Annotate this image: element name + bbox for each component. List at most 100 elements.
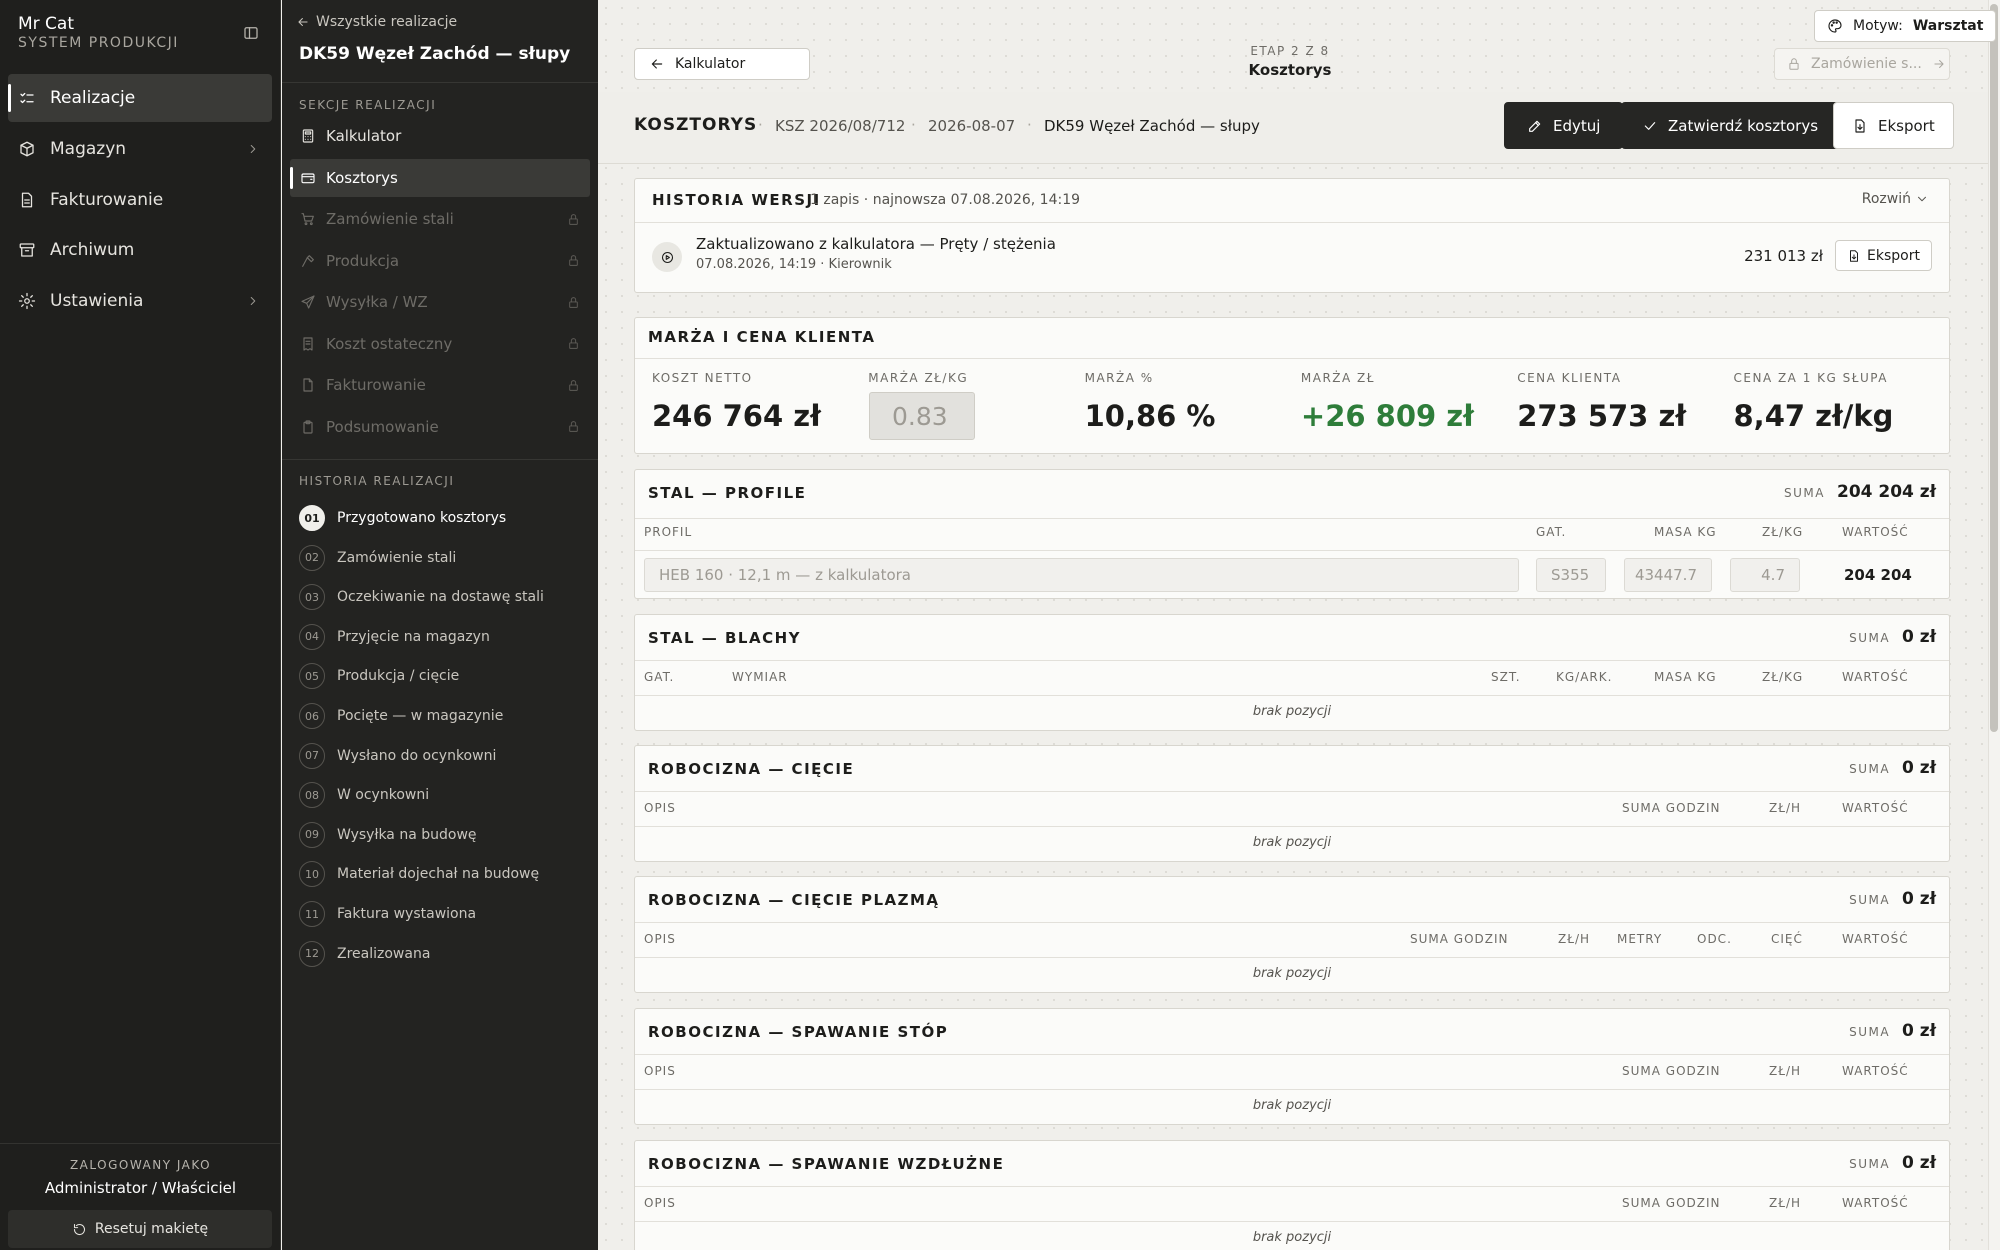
theme-button[interactable]: Motyw: Warsztat: [1814, 10, 1997, 42]
history-step-number: 06: [299, 703, 325, 729]
column-header: MASA KG: [1654, 670, 1717, 684]
history-step: 01 Przygotowano kosztorys: [299, 505, 506, 531]
main-sidebar: Mr Cat SYSTEM PRODUKCJI Realizacje Magaz…: [0, 0, 281, 1250]
nav-item-realizacje[interactable]: Realizacje: [8, 74, 272, 122]
reset-label: Resetuj makietę: [94, 1221, 209, 1237]
nav-item-ustawienia[interactable]: Ustawienia: [8, 277, 272, 325]
sum-caption: SUMA: [1784, 486, 1825, 500]
next-step-button[interactable]: Zamówienie s...: [1774, 48, 1950, 80]
divider: [635, 791, 1949, 792]
pencil-icon: [1527, 118, 1543, 134]
nav-item-archiwum[interactable]: Archiwum: [8, 226, 272, 274]
version-history-meta: 1 zapis · najnowsza 07.08.2026, 14:19: [810, 192, 1081, 208]
column-header: ZŁ/KG: [1762, 670, 1804, 684]
sum-caption: SUMA: [1849, 893, 1891, 907]
column-header: WARTOŚĆ: [1842, 525, 1909, 539]
version-export-button[interactable]: Eksport: [1835, 240, 1932, 271]
section-item[interactable]: Kosztorys: [290, 158, 590, 197]
section-item-label: Kosztorys: [326, 168, 398, 187]
margin-title: MARŻA I CENA KLIENTA: [648, 328, 876, 346]
expand-label: Rozwiń: [1861, 191, 1911, 207]
divider: [635, 922, 1949, 923]
history-step: 06 Pocięte — w magazynie: [299, 703, 503, 729]
project-panel: Wszystkie realizacje DK59 Węzeł Zachód —…: [282, 0, 598, 1250]
divider: [635, 660, 1949, 661]
lock-icon: [567, 420, 580, 433]
export-button[interactable]: Eksport: [1833, 102, 1954, 149]
history-step: 07 Wysłano do ocynkowni: [299, 742, 497, 769]
metric-label: CENA ZA 1 KG SŁUPA: [1733, 371, 1888, 385]
steel-profiles-card: STAL — PROFILE SUMA 204 204 zł PROFIL GA…: [634, 469, 1950, 599]
history-step-number: 08: [299, 782, 325, 809]
section-item[interactable]: Kalkulator: [290, 117, 590, 155]
column-header: OPIS: [644, 932, 676, 946]
step-caption: ETAP 2 Z 8: [1250, 44, 1330, 58]
project-title: DK59 Węzeł Zachód — słupy: [299, 44, 571, 64]
scrollbar-thumb[interactable]: [1990, 4, 1998, 732]
metric-label: CENA KLIENTA: [1517, 371, 1622, 385]
price-per-kg-input[interactable]: 4.7: [1730, 558, 1800, 592]
sum-caption: SUMA: [1849, 762, 1891, 776]
profile-input[interactable]: HEB 160 · 12,1 m — z kalkulatora: [644, 558, 1519, 592]
metric-label: MARŻA ZŁ/KG: [868, 371, 969, 385]
mass-input[interactable]: 43447.7: [1624, 558, 1712, 592]
section-item-label: Kalkulator: [326, 127, 402, 145]
lock-icon: [567, 337, 580, 350]
metric-value: 246 764 zł: [652, 399, 821, 433]
document-title: KOSZTORYS: [634, 115, 758, 135]
theme-label: Motyw:: [1853, 18, 1903, 34]
back-to-calculator-button[interactable]: Kalkulator: [634, 48, 810, 80]
file-export-icon: [1852, 118, 1868, 134]
margin-per-kg-input[interactable]: 0.83: [869, 392, 975, 440]
sum-value: 0 zł: [1902, 1153, 1936, 1173]
metric-label: KOSZT NETTO: [652, 371, 753, 385]
arrow-left-icon: [649, 56, 665, 72]
sum-value: 0 zł: [1902, 627, 1936, 647]
column-header: ZŁ/H: [1558, 932, 1591, 946]
theme-value: Warsztat: [1912, 18, 1984, 34]
empty-state: brak pozycji: [1252, 704, 1332, 719]
file-export-icon: [1847, 249, 1861, 263]
section-item: Produkcja: [290, 242, 590, 280]
nav-item-label: Archiwum: [50, 240, 135, 260]
expand-button[interactable]: Rozwiń: [1862, 191, 1929, 207]
history-step-number: 02: [299, 544, 325, 571]
send-icon: [300, 294, 316, 310]
nav-item-fakturowanie[interactable]: Fakturowanie: [8, 176, 272, 224]
history-step: 11 Faktura wystawiona: [299, 901, 476, 927]
sidebar-toggle-icon[interactable]: [242, 24, 260, 42]
section-title: ROBOCIZNA — CIĘCIE PLAZMĄ: [648, 891, 940, 909]
all-projects-link[interactable]: Wszystkie realizacje: [296, 14, 457, 30]
metric-value: 273 573 zł: [1517, 399, 1687, 433]
sum-value: 204 204 zł: [1836, 482, 1936, 502]
history-step: 10 Materiał dojechał na budowę: [299, 861, 539, 888]
nav-item-magazyn[interactable]: Magazyn: [8, 125, 272, 173]
document-number: KSZ 2026/08/712: [775, 117, 906, 135]
chevron-right-icon: [246, 142, 260, 156]
history-step: 05 Produkcja / cięcie: [299, 663, 459, 690]
nav-item-label: Realizacje: [50, 88, 136, 108]
column-header: ZŁ/H: [1769, 1196, 1802, 1210]
version-entry-meta: 07.08.2026, 14:19 · Kierownik: [696, 257, 892, 272]
grade-input[interactable]: S355: [1536, 558, 1606, 592]
confirm-estimate-button[interactable]: Zatwierdź kosztorys: [1621, 102, 1840, 149]
version-history-title: HISTORIA WERSJI: [652, 191, 821, 209]
history-step: 12 Zrealizowana: [299, 940, 430, 967]
sum-caption: SUMA: [1849, 1157, 1891, 1171]
section-item-label: Produkcja: [326, 251, 400, 270]
column-header: SUMA GODZIN: [1622, 1196, 1721, 1210]
history-step-label: Wysłano do ocynkowni: [337, 747, 497, 764]
column-header: PROFIL: [644, 525, 693, 539]
logged-caption: ZALOGOWANY JAKO: [69, 1158, 212, 1172]
edit-button[interactable]: Edytuj: [1504, 102, 1624, 149]
reset-button[interactable]: Resetuj makietę: [8, 1210, 272, 1248]
step-name: Kosztorys: [1248, 61, 1332, 79]
history-step-number: 01: [299, 505, 325, 531]
history-step-label: Przygotowano kosztorys: [337, 510, 507, 526]
section-sum: SUMA 0 zł: [1849, 627, 1936, 647]
metric-value: +26 809 zł: [1300, 399, 1474, 433]
section-title: STAL — PROFILE: [648, 484, 807, 502]
lock-icon: [567, 254, 580, 267]
history-step-label: Faktura wystawiona: [337, 906, 477, 922]
separator-dot: ·: [911, 116, 916, 134]
